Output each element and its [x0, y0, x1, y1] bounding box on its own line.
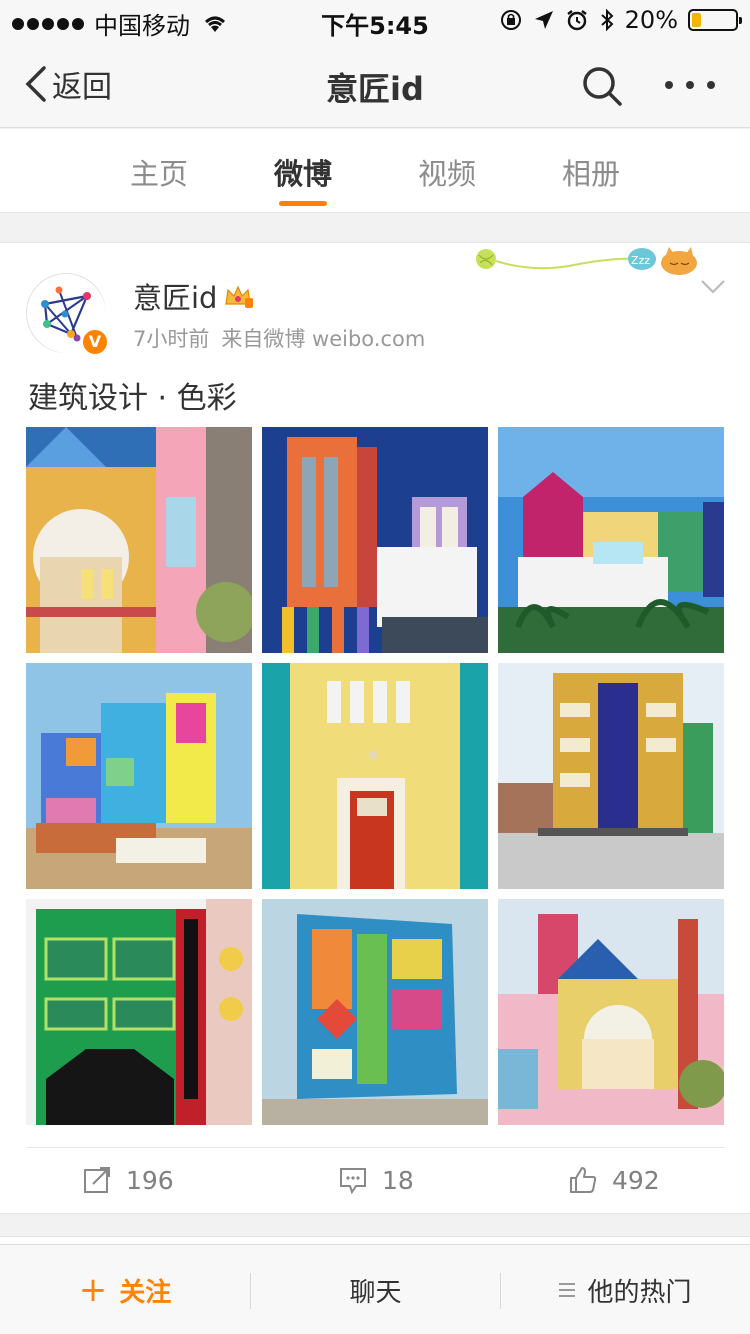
image-grid: [26, 427, 724, 1125]
repost-count: 196: [126, 1165, 174, 1195]
post-image-8[interactable]: [262, 899, 488, 1125]
comment-icon: [340, 1168, 366, 1195]
alarm-icon: [566, 10, 587, 31]
tab-video[interactable]: 视频: [387, 151, 507, 193]
repost-button[interactable]: 196: [82, 1165, 174, 1195]
hot-posts-button[interactable]: 他的热门: [501, 1245, 750, 1334]
post-image-2[interactable]: [262, 427, 488, 653]
plus-icon: +: [78, 1270, 108, 1310]
post-image-7[interactable]: [26, 899, 252, 1125]
tab-home[interactable]: 主页: [99, 151, 219, 193]
chat-button[interactable]: 聊天: [251, 1245, 500, 1334]
post-image-3[interactable]: [498, 427, 724, 653]
rotation-lock-icon: [500, 10, 521, 30]
status-bar: 中国移动 下午5:45 20%: [0, 0, 750, 40]
post-username[interactable]: 意匠id: [133, 275, 254, 317]
comment-count: 18: [382, 1165, 414, 1195]
post-image-4[interactable]: [26, 663, 252, 889]
like-button[interactable]: 492: [568, 1165, 660, 1195]
action-divider: [26, 1147, 724, 1148]
nav-bar: 返回 意匠id: [0, 40, 750, 128]
tab-album[interactable]: 相册: [531, 151, 651, 193]
post-meta: 7小时前 来自微博 weibo.com: [133, 323, 425, 353]
active-tab-indicator: [279, 201, 327, 206]
tab-weibo[interactable]: 微博: [243, 151, 363, 206]
yarn-cat-decoration-icon: Zzz: [476, 247, 697, 275]
profile-tabs: 主页 微博 视频 相册: [0, 129, 750, 213]
search-icon[interactable]: [580, 64, 624, 108]
location-icon: [534, 11, 553, 29]
weibo-post-card: Zzz V 意匠id 7小时前 来自微博 weibo.com 建筑设计 · 色彩…: [0, 242, 750, 1214]
battery-percent: 20%: [624, 6, 678, 34]
comment-button[interactable]: 18: [338, 1165, 414, 1195]
avatar[interactable]: V: [26, 273, 109, 356]
follow-button[interactable]: + 关注: [0, 1245, 250, 1334]
more-icon[interactable]: [665, 70, 715, 100]
page-title: 意匠id: [326, 70, 424, 108]
post-time: 7小时前: [133, 327, 210, 351]
svg-text:Zzz: Zzz: [631, 254, 650, 267]
battery-icon: [688, 9, 742, 31]
menu-icon: [559, 1283, 576, 1297]
bluetooth-icon: [600, 8, 614, 32]
chevron-down-icon[interactable]: [700, 279, 726, 295]
post-text: 建筑设计 · 色彩: [28, 381, 237, 416]
post-image-1[interactable]: [26, 427, 252, 653]
verified-badge: V: [81, 328, 109, 356]
like-count: 492: [612, 1165, 660, 1195]
bottom-action-bar: + 关注 聊天 他的热门: [0, 1244, 750, 1334]
thumbs-up-icon: [570, 1167, 597, 1193]
post-source: 来自微博 weibo.com: [221, 327, 426, 351]
vip-crown-icon: [225, 285, 254, 308]
post-image-5[interactable]: [262, 663, 488, 889]
post-image-6[interactable]: [498, 663, 724, 889]
post-image-9[interactable]: [498, 899, 724, 1125]
share-icon: [84, 1167, 110, 1193]
